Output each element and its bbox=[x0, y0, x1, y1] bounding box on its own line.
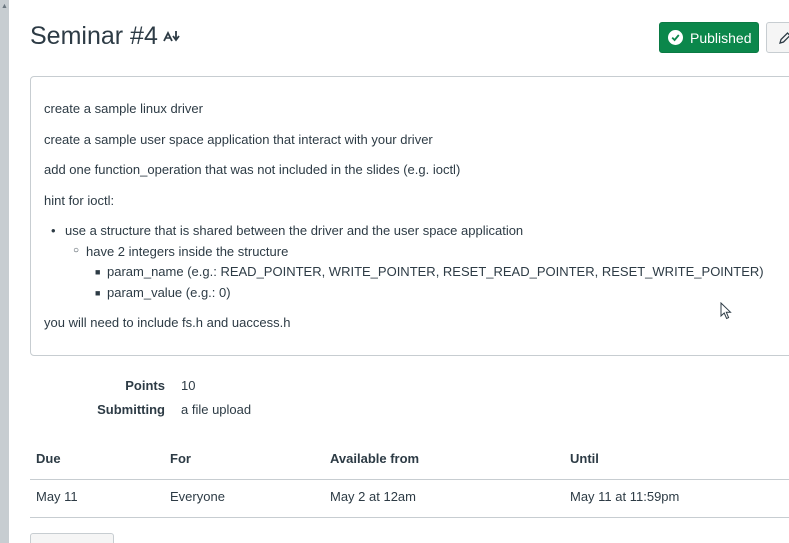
column-header-due: Due bbox=[36, 451, 61, 466]
assignment-page: Seminar #4 Published create a sample lin… bbox=[9, 0, 789, 543]
scroll-up-arrow-icon[interactable]: ▲ bbox=[1, 3, 8, 10]
bullet-circle: ○ bbox=[73, 245, 80, 256]
page-title: Seminar #4 bbox=[30, 22, 158, 50]
bottom-action-button[interactable] bbox=[30, 533, 114, 543]
table-header-row: Due For Available from Until bbox=[30, 441, 789, 480]
submitting-label: Submitting bbox=[97, 402, 165, 417]
bullet-disc: • bbox=[51, 223, 56, 238]
description-line: create a sample linux driver bbox=[44, 101, 203, 116]
column-header-for: For bbox=[170, 451, 191, 466]
pencil-icon bbox=[779, 31, 789, 44]
bullet-square: ■ bbox=[95, 267, 101, 277]
description-line: hint for ioctl: bbox=[44, 193, 115, 208]
list-item: param_value (e.g.: 0) bbox=[107, 285, 231, 300]
mouse-cursor-icon bbox=[720, 302, 732, 320]
assignment-description: create a sample linux driver create a sa… bbox=[30, 76, 789, 356]
submitting-value: a file upload bbox=[181, 402, 252, 417]
description-line: add one function_operation that was not … bbox=[44, 162, 461, 177]
assigned-to-cell: Everyone bbox=[170, 489, 225, 504]
left-scroll-rail[interactable]: ▲ bbox=[0, 0, 9, 543]
check-circle-icon bbox=[668, 30, 683, 45]
list-item: use a structure that is shared between t… bbox=[65, 223, 524, 238]
points-label: Points bbox=[125, 378, 165, 393]
description-footer: you will need to include fs.h and uacces… bbox=[44, 315, 291, 330]
bullet-square: ■ bbox=[95, 288, 101, 298]
until-cell: May 11 at 11:59pm bbox=[570, 489, 680, 504]
due-date-cell: May 11 bbox=[36, 489, 78, 504]
published-button[interactable]: Published bbox=[659, 22, 759, 53]
points-value: 10 bbox=[181, 378, 196, 393]
edit-button[interactable] bbox=[766, 22, 789, 53]
available-from-cell: May 2 at 12am bbox=[330, 489, 416, 504]
table-row: May 11 Everyone May 2 at 12am May 11 at … bbox=[30, 479, 789, 518]
column-header-available-from: Available from bbox=[330, 451, 420, 466]
list-item: param_name (e.g.: READ_POINTER, WRITE_PO… bbox=[107, 264, 764, 279]
description-line: create a sample user space application t… bbox=[44, 132, 433, 147]
mastery-path-icon[interactable] bbox=[162, 28, 182, 44]
list-item: have 2 integers inside the structure bbox=[86, 244, 289, 259]
column-header-until: Until bbox=[570, 451, 599, 466]
published-label: Published bbox=[690, 29, 752, 46]
